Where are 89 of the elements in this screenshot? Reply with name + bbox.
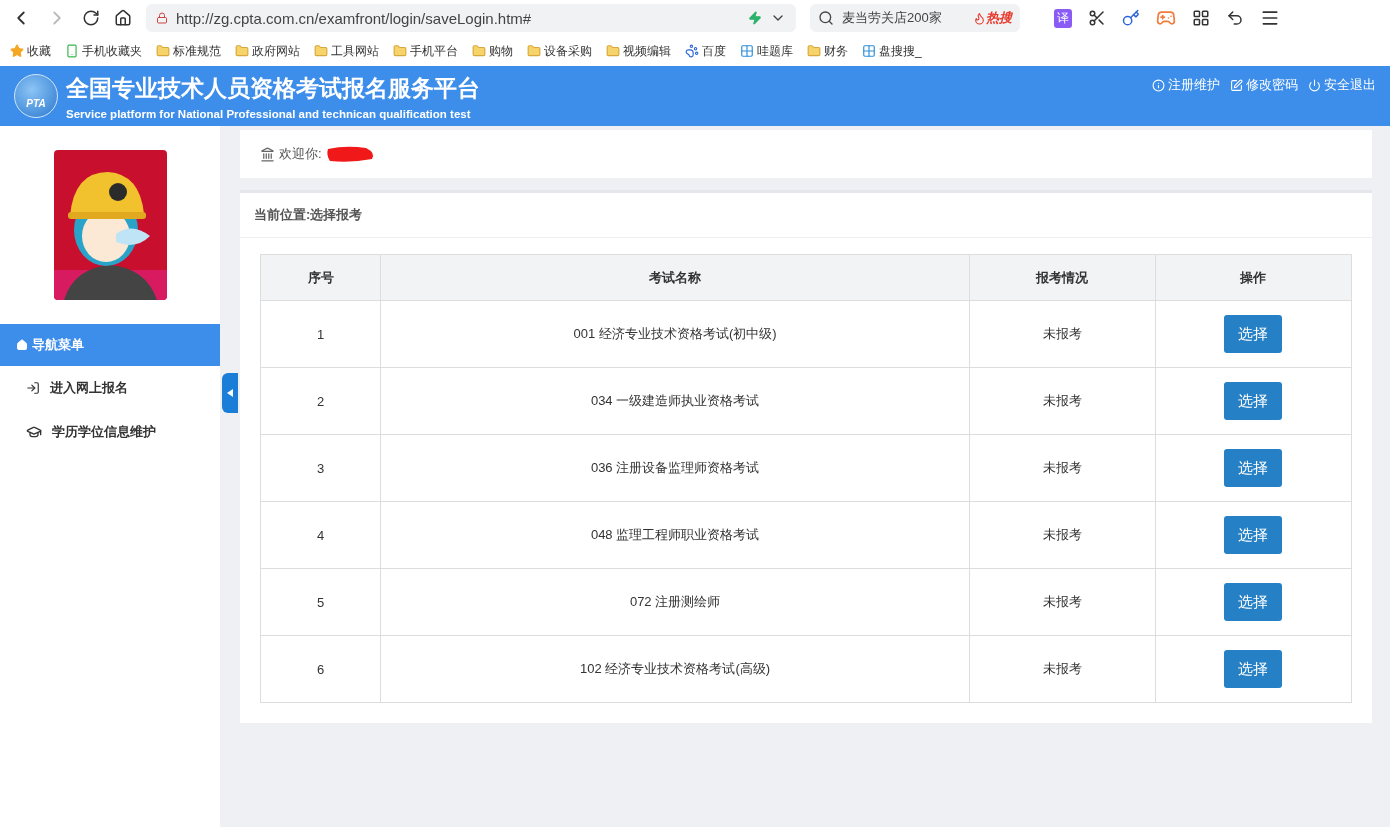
table-cell: 未报考 (969, 434, 1156, 502)
bookmark-link[interactable]: 手机收藏夹 (65, 42, 142, 60)
table-cell: 未报考 (969, 568, 1156, 636)
sidebar-item[interactable]: 进入网上报名 (0, 366, 220, 410)
table-cell: 3 (260, 434, 381, 502)
table-cell: 036 注册设备监理师资格考试 (380, 434, 970, 502)
select-button[interactable]: 选择 (1224, 382, 1283, 420)
address-bar[interactable]: http://zg.cpta.com.cn/examfront/login/saveLogin.htm# (146, 4, 796, 32)
table-cell: 1 (260, 300, 381, 368)
bookmark-link[interactable]: 购物 (472, 42, 513, 60)
site-subtitle: Service platform for National Professional and technican qualification test (66, 107, 472, 120)
translate-button[interactable]: 译 (1054, 8, 1072, 28)
breadcrumb: 当前位置:选择报考 (240, 193, 1372, 238)
lock-icon (156, 12, 168, 24)
redaction-mark (325, 145, 376, 163)
folder-icon (472, 44, 486, 58)
select-button[interactable]: 选择 (1224, 650, 1283, 688)
folder-icon (807, 44, 821, 58)
bank-icon (260, 146, 275, 162)
table-cell: 4 (260, 501, 381, 569)
star-icon (10, 44, 24, 58)
collapse-toggle[interactable] (222, 373, 238, 413)
site-title: 全国专业技术人员资格考试报名服务平台 (66, 73, 480, 103)
edit-icon (1230, 78, 1243, 92)
home-icon (16, 339, 28, 351)
folder-icon (156, 44, 170, 58)
welcome-label: 欢迎你: (279, 145, 322, 163)
folder-icon (235, 44, 249, 58)
table-cell: 034 一级建造师执业资格考试 (380, 367, 970, 435)
menu-title: 导航菜单 (0, 324, 220, 366)
table-cell: 6 (260, 635, 381, 703)
lightning-icon (748, 11, 762, 25)
info-icon (1152, 78, 1165, 92)
bookmark-link[interactable]: 标准规范 (156, 42, 221, 60)
gamepad-icon[interactable] (1156, 8, 1176, 28)
table-cell: 072 注册测绘师 (380, 568, 970, 636)
table-cell: 未报考 (969, 501, 1156, 569)
flame-icon (973, 11, 986, 25)
table-cell: 001 经济专业技术资格考试(初中级) (380, 300, 970, 368)
bookmark-link[interactable]: 手机平台 (393, 42, 458, 60)
table-cell: 2 (260, 367, 381, 435)
column-header: 考试名称 (380, 254, 970, 301)
scissors-icon[interactable] (1088, 9, 1106, 27)
sidebar-item[interactable]: 学历学位信息维护 (0, 410, 220, 454)
folder-icon (606, 44, 620, 58)
site-icon (862, 44, 876, 58)
folder-icon (393, 44, 407, 58)
select-button[interactable]: 选择 (1224, 583, 1283, 621)
select-button[interactable]: 选择 (1224, 315, 1283, 353)
bookmark-link[interactable]: 财务 (807, 42, 848, 60)
key-icon[interactable] (1122, 9, 1140, 27)
bookmark-link[interactable]: 百度 (685, 42, 726, 60)
paw-icon (685, 44, 699, 58)
folder-icon (527, 44, 541, 58)
reload-icon[interactable] (82, 9, 100, 27)
select-button[interactable]: 选择 (1224, 516, 1283, 554)
menu-icon[interactable] (1260, 8, 1280, 28)
hot-search-label[interactable]: 热搜 (973, 9, 1012, 27)
caret-left-icon (227, 389, 233, 397)
bookmark-link[interactable]: 收藏 (10, 42, 51, 60)
table-cell: 102 经济专业技术资格考试(高级) (380, 635, 970, 703)
home-icon[interactable] (114, 9, 132, 27)
bookmark-link[interactable]: 盘搜搜_ (862, 42, 922, 60)
search-field[interactable]: 麦当劳关店200家 热搜 (810, 4, 1020, 32)
column-header: 操作 (1155, 254, 1352, 301)
bookmark-link[interactable]: 哇题库 (740, 42, 793, 60)
site-icon (740, 44, 754, 58)
table-cell: 048 监理工程师职业资格考试 (380, 501, 970, 569)
bookmark-link[interactable]: 工具网站 (314, 42, 379, 60)
folder-icon (314, 44, 328, 58)
bookmark-link[interactable]: 视频编辑 (606, 42, 671, 60)
sign-in-icon (26, 381, 40, 395)
power-icon (1308, 78, 1321, 92)
column-header: 序号 (260, 254, 381, 301)
graduation-cap-icon (26, 424, 42, 440)
phone-icon (65, 44, 79, 58)
search-icon (818, 10, 834, 26)
bookmark-link[interactable]: 政府网站 (235, 42, 300, 60)
column-header: 报考情况 (969, 254, 1156, 301)
table-cell: 未报考 (969, 635, 1156, 703)
table-cell: 未报考 (969, 300, 1156, 368)
grid-icon[interactable] (1192, 9, 1210, 27)
table-cell: 未报考 (969, 367, 1156, 435)
table-cell: 5 (260, 568, 381, 636)
search-placeholder: 麦当劳关店200家 (842, 9, 942, 27)
select-button[interactable]: 选择 (1224, 449, 1283, 487)
bookmark-link[interactable]: 设备采购 (527, 42, 592, 60)
site-logo: PTA (14, 74, 58, 118)
undo-icon[interactable] (1226, 9, 1244, 27)
